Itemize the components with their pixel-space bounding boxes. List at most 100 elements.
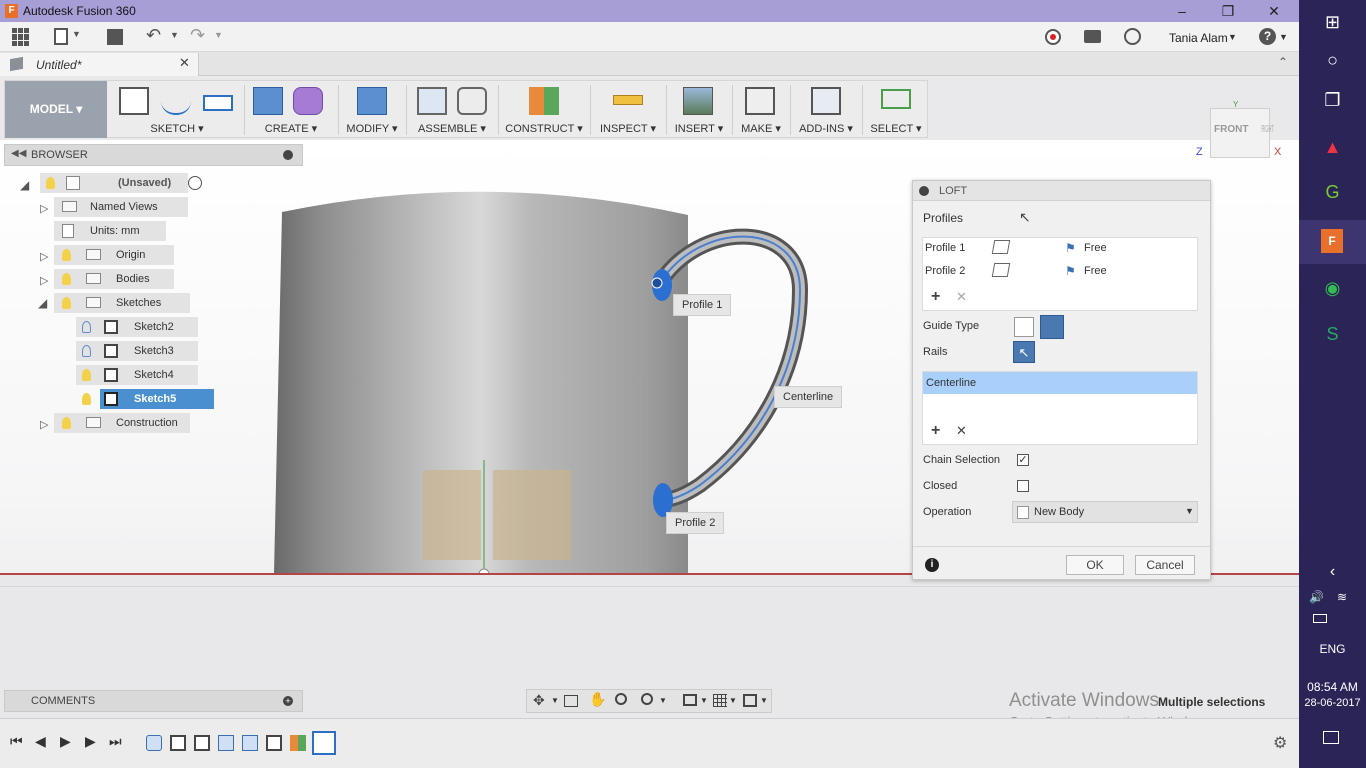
step-forward-icon[interactable]: ▶	[85, 733, 96, 750]
offset-plane-icon[interactable]	[529, 87, 559, 115]
file-menu-icon[interactable]	[54, 28, 68, 45]
action-center-icon[interactable]	[1323, 731, 1339, 744]
tree-root-node[interactable]: (Unsaved)	[40, 173, 202, 193]
record-icon[interactable]	[1045, 29, 1061, 45]
rails-list[interactable]: Centerline + ✕	[922, 371, 1198, 445]
collapse-browser-icon[interactable]: ◀◀	[11, 148, 26, 159]
create-menu-label[interactable]: CREATE ▾	[247, 122, 335, 135]
3d-print-icon[interactable]	[745, 87, 775, 115]
undo-dropdown-icon[interactable]: ▼	[170, 30, 179, 40]
tree-node-construction[interactable]: Construction	[54, 413, 190, 433]
zoom-icon[interactable]	[615, 693, 627, 705]
tree-node-bodies[interactable]: Bodies	[54, 269, 174, 289]
ok-button[interactable]: OK	[1066, 555, 1124, 575]
collapse-root-icon[interactable]: ◢	[20, 178, 29, 192]
inspect-menu-label[interactable]: INSPECT ▾	[593, 122, 663, 135]
wifi-icon[interactable]: ≋	[1337, 590, 1347, 604]
profile-condition-icon[interactable]	[991, 240, 1011, 254]
green-g-app-icon[interactable]: G	[1299, 170, 1366, 214]
dialog-minimize-icon[interactable]	[919, 186, 929, 196]
press-pull-icon[interactable]	[357, 87, 387, 115]
sketch-menu-label[interactable]: SKETCH ▾	[113, 122, 241, 135]
guide-type-rails-icon[interactable]	[1014, 317, 1034, 337]
collapse-sketches-icon[interactable]: ◢	[38, 296, 47, 310]
volume-icon[interactable]: 🔊	[1309, 590, 1324, 604]
profile-row-1-name[interactable]: Profile 1	[925, 242, 965, 254]
orbit-dropdown-icon[interactable]: ▼	[551, 696, 559, 705]
close-button[interactable]: ✕	[1251, 0, 1297, 22]
green-s-app-icon[interactable]: S	[1299, 312, 1366, 356]
autodesk-app-icon[interactable]: ▲	[1299, 125, 1366, 169]
maximize-button[interactable]: ❐	[1205, 0, 1251, 22]
close-tab-icon[interactable]: ✕	[179, 55, 190, 71]
expand-origin-icon[interactable]: ▷	[40, 250, 48, 263]
play-icon[interactable]: ▶	[60, 733, 71, 750]
minimize-button[interactable]: –	[1159, 0, 1205, 22]
data-panel-grid-icon[interactable]	[12, 28, 30, 46]
workspace-switcher-button[interactable]: MODEL ▾	[5, 81, 107, 138]
extrude-icon[interactable]	[253, 87, 283, 115]
document-tab[interactable]: Untitled* ✕	[0, 53, 199, 76]
cancel-button[interactable]: Cancel	[1135, 555, 1195, 575]
construct-menu-label[interactable]: CONSTRUCT ▾	[501, 122, 587, 135]
comment-icon[interactable]	[1084, 30, 1101, 43]
lightbulb-on-icon[interactable]	[62, 417, 71, 429]
make-group[interactable]: MAKE ▾	[735, 81, 787, 138]
measure-icon[interactable]	[613, 95, 643, 105]
add-ins-group[interactable]: ADD-INS ▾	[793, 81, 859, 138]
profile-row-2-condition[interactable]: Free	[1084, 265, 1107, 277]
remove-rail-icon[interactable]: ✕	[956, 423, 967, 439]
expand-bodies-icon[interactable]: ▷	[40, 274, 48, 287]
task-view-icon[interactable]: ❐	[1299, 78, 1366, 122]
orbit-icon[interactable]: ✥	[533, 692, 545, 709]
zoom-dropdown-icon[interactable]: ▼	[659, 696, 667, 705]
pan-hand-icon[interactable]: ✋	[589, 691, 606, 708]
new-component-icon[interactable]	[417, 87, 447, 115]
select-menu-label[interactable]: SELECT ▾	[865, 122, 927, 135]
add-ins-menu-label[interactable]: ADD-INS ▾	[793, 122, 859, 135]
insert-image-icon[interactable]	[683, 87, 713, 115]
go-to-start-icon[interactable]: ⏮	[10, 733, 23, 750]
look-at-icon[interactable]	[564, 695, 578, 707]
clock-date[interactable]: 28-06-2017	[1299, 697, 1366, 709]
make-menu-label[interactable]: MAKE ▾	[735, 122, 787, 135]
select-cursor-icon[interactable]	[881, 89, 911, 109]
save-icon[interactable]	[107, 29, 123, 45]
loft-dialog-header[interactable]: LOFT	[913, 181, 1210, 201]
scripts-addins-icon[interactable]	[811, 87, 841, 115]
profiles-list[interactable]: Profile 1 ⚑ Free Profile 2 ⚑ Free + ✕	[922, 237, 1198, 311]
lightbulb-on-icon[interactable]	[82, 369, 91, 381]
expand-construction-icon[interactable]: ▷	[40, 418, 48, 431]
help-icon[interactable]: ?	[1259, 28, 1276, 45]
lightbulb-on-icon[interactable]	[62, 273, 71, 285]
viewports-dropdown-icon[interactable]: ▼	[760, 696, 768, 705]
tree-node-sketch2[interactable]: Sketch2	[76, 317, 198, 337]
construct-group[interactable]: CONSTRUCT ▾	[501, 81, 587, 138]
profile1-label[interactable]: Profile 1	[673, 294, 732, 316]
view-cube-right-face[interactable]: RIGHT	[1261, 124, 1273, 135]
closed-checkbox[interactable]	[1017, 480, 1029, 492]
tree-node-origin[interactable]: Origin	[54, 245, 174, 265]
display-dropdown-icon[interactable]: ▼	[700, 696, 708, 705]
view-cube[interactable]: FRONT RIGHT X Z Y	[1196, 100, 1286, 180]
timeline-component-icon[interactable]	[146, 735, 162, 751]
timeline-sketch-icon[interactable]	[194, 735, 210, 751]
timeline-sketch5-icon[interactable]	[312, 731, 336, 755]
select-group[interactable]: SELECT ▾	[865, 81, 927, 138]
rails-select-cursor-icon[interactable]: ↖	[1013, 341, 1035, 363]
grid-dropdown-icon[interactable]: ▼	[729, 696, 737, 705]
centerline-label[interactable]: Centerline	[774, 386, 843, 408]
create-sketch-icon[interactable]	[119, 87, 149, 115]
tree-node-sketch5[interactable]: Sketch5	[76, 389, 214, 409]
timeline-plane-icon[interactable]	[290, 735, 306, 751]
profile-row-1-condition[interactable]: Free	[1084, 242, 1107, 254]
free-flag-icon[interactable]: ⚑	[1065, 264, 1076, 278]
rail-item[interactable]: Centerline	[926, 377, 976, 389]
timeline-shell-icon[interactable]	[242, 735, 258, 751]
expand-named-views-icon[interactable]: ▷	[40, 202, 48, 215]
lightbulb-on-icon[interactable]	[46, 177, 55, 189]
browser-panel-header[interactable]: ◀◀ BROWSER	[4, 144, 303, 166]
tree-node-sketch4[interactable]: Sketch4	[76, 365, 198, 385]
grid-icon[interactable]	[713, 694, 727, 707]
go-to-end-icon[interactable]: ⏭	[109, 733, 122, 750]
